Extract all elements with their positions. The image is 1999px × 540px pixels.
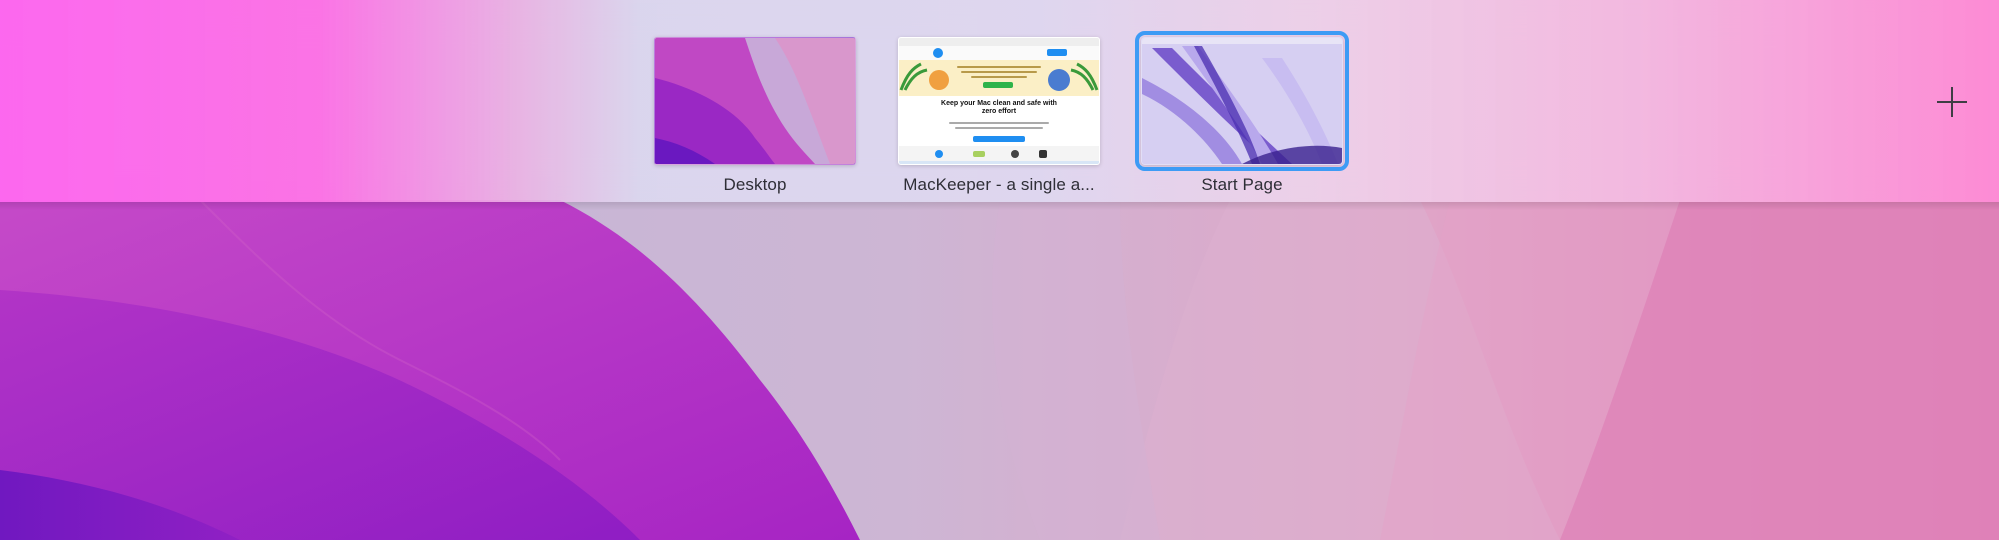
desktop-thumbnail[interactable] <box>654 37 856 165</box>
mackeeper-logo-icon <box>933 48 943 58</box>
mackeeper-thumbnail[interactable]: Keep your Mac clean and safe with zero e… <box>898 37 1100 165</box>
cta-button <box>973 136 1025 142</box>
space-label-mackeeper: MacKeeper - a single a... <box>903 175 1095 194</box>
browser-statusbar <box>899 161 1099 164</box>
promo-banner <box>899 60 1099 96</box>
space-mackeeper[interactable]: Keep your Mac clean and safe with zero e… <box>898 37 1100 195</box>
add-space-plus-icon[interactable] <box>1937 87 1967 117</box>
mackeeper-headline: Keep your Mac clean and safe with zero e… <box>941 100 1057 115</box>
spaces-bar: Desktop Keep your Mac clean and safe wit… <box>0 0 1999 210</box>
banner-button <box>983 82 1013 88</box>
space-start-page[interactable]: Start Page <box>1135 31 1349 195</box>
space-label-desktop: Desktop <box>723 175 787 194</box>
nav-button <box>1047 49 1067 56</box>
site-nav <box>899 46 1099 60</box>
start-page-thumbnail[interactable] <box>1135 31 1349 171</box>
space-label-start-page: Start Page <box>1201 175 1283 194</box>
space-desktop[interactable]: Desktop <box>654 37 856 195</box>
